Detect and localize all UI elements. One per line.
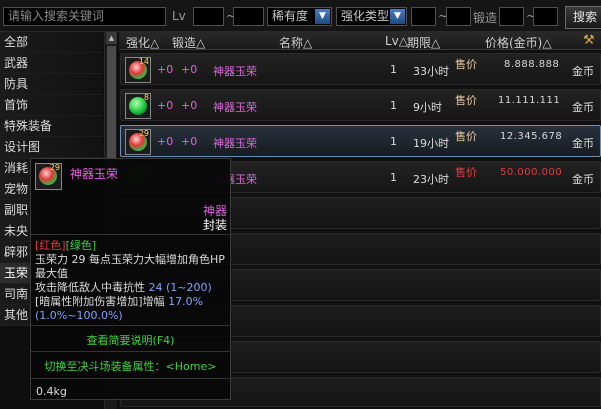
item-period: 19小时 [413, 137, 449, 150]
forge-min-input[interactable] [499, 7, 524, 26]
item-count: 1 [390, 135, 397, 148]
attr-line-2-label: 攻击降低敌人中毒抗性 [35, 281, 145, 294]
enhance-value: +0 [157, 63, 174, 76]
item-name: 神器玉荣 [213, 101, 257, 114]
enhance-type-select[interactable]: 强化类型 ▼ [336, 7, 407, 26]
sidebar-item-accessory[interactable]: 首饰 [0, 95, 103, 116]
forge-value: +0 [181, 135, 198, 148]
table-header: 强化△ 锻造△ 名称△ Lv△ 期限△ 价格(金币)△ ⚒ [119, 32, 601, 50]
item-level: 14 [138, 57, 149, 66]
col-enhance[interactable]: 强化△ [126, 34, 159, 51]
switch-duel-attributes-action[interactable]: 切换至决斗场装备属性：<Home> [31, 358, 230, 374]
item-slot[interactable]: 29 [125, 129, 151, 155]
price-label: 售价 [455, 166, 477, 179]
scroll-thumb[interactable] [107, 46, 116, 166]
view-summary-action[interactable]: 查看简要说明(F4) [31, 332, 230, 348]
sidebar-item-blueprint[interactable]: 设计图 [0, 137, 103, 158]
item-slot[interactable]: 8 [125, 93, 151, 119]
price-label: 售价 [455, 58, 477, 71]
col-price[interactable]: 价格(金币)△ [485, 34, 552, 51]
item-period: 23小时 [413, 173, 449, 186]
scroll-up-icon[interactable]: ▲ [106, 32, 117, 44]
sidebar-item-all[interactable]: 全部 [0, 32, 103, 53]
forge-max-input[interactable] [533, 7, 558, 26]
tooltip-item-name: 神器玉荣 [70, 167, 119, 181]
divider [31, 378, 230, 379]
col-forge[interactable]: 锻造△ [172, 34, 205, 51]
item-level: 8 [143, 93, 149, 102]
item-period: 9小时 [413, 101, 442, 114]
sidebar-item-weapon[interactable]: 武器 [0, 53, 103, 74]
item-level: 29 [138, 129, 149, 138]
color-tag-green: [绿色] [65, 239, 97, 252]
forge-value: +0 [181, 63, 198, 76]
col-period[interactable]: 期限△ [407, 34, 440, 51]
tooltip-item-level: 29 [49, 163, 60, 172]
table-row[interactable]: 14 +0 +0 神器玉荣 1 33小时 售价 8.888.888 金币 [120, 53, 601, 85]
col-level[interactable]: Lv△ [385, 34, 408, 48]
item-name: 神器玉荣 [213, 137, 257, 150]
price-label: 售价 [455, 94, 477, 107]
rarity-select[interactable]: 稀有度 ▼ [267, 7, 332, 26]
color-tag-red: [红色] [35, 239, 66, 252]
item-slot[interactable]: 14 [125, 57, 151, 83]
search-bar: 请输入搜索关键词 Lv ~ 稀有度 ▼ 强化类型 ▼ ~ 锻造 ~ 搜索 [0, 0, 601, 32]
divider [31, 351, 230, 352]
item-count: 1 [390, 99, 397, 112]
tooltip-bind-status: 封装 [202, 218, 227, 232]
table-row-selected[interactable]: 29 +0 +0 神器玉荣 1 19小时 售价 12.345.678 金币 [120, 125, 601, 157]
item-tooltip: 29 神器玉荣 神器 封装 [红色][绿色] 玉荣力 29 每点玉荣力大幅增加角… [30, 158, 231, 400]
forge-value: +0 [181, 99, 198, 112]
level-label: Lv [172, 9, 186, 23]
price-label: 售价 [455, 130, 477, 143]
sidebar-item-armor[interactable]: 防具 [0, 74, 103, 95]
currency-label: 金币 [572, 101, 594, 114]
enhance-select-label: 强化类型 [341, 9, 390, 23]
currency-label: 金币 [572, 173, 594, 186]
chevron-down-icon: ▼ [315, 9, 330, 24]
item-price: 50.000.000 [500, 167, 563, 178]
rarity-select-label: 稀有度 [272, 9, 309, 23]
level-max-input[interactable] [233, 7, 264, 26]
col-name[interactable]: 名称△ [279, 34, 312, 51]
item-price: 8.888.888 [504, 59, 560, 70]
divider [31, 234, 230, 235]
table-row[interactable]: 8 +0 +0 神器玉荣 1 9小时 售价 11.111.111 金币 [120, 89, 601, 121]
level-min-input[interactable] [193, 7, 224, 26]
hammer-icon: ⚒ [583, 33, 595, 48]
enhance-max-input[interactable] [446, 7, 471, 26]
item-count: 1 [390, 171, 397, 184]
enhance-value: +0 [157, 99, 174, 112]
enhance-min-input[interactable] [411, 7, 436, 26]
tooltip-attributes: [红色][绿色] 玉荣力 29 每点玉荣力大幅增加角色HP最大值 攻击降低敌人中… [35, 239, 229, 323]
item-weight: 0.4kg [36, 385, 67, 398]
item-price: 12.345.678 [500, 131, 563, 142]
item-name: 神器玉荣 [213, 65, 257, 78]
search-button[interactable]: 搜索 [565, 6, 601, 29]
item-period: 33小时 [413, 65, 449, 78]
currency-label: 金币 [572, 65, 594, 78]
item-count: 1 [390, 63, 397, 76]
search-input[interactable]: 请输入搜索关键词 [3, 7, 166, 26]
attr-line-3-label: [暗属性附加伤害增加]增幅 [35, 295, 165, 308]
sidebar-item-special[interactable]: 特殊装备 [0, 116, 103, 137]
tooltip-item-slot: 29 [35, 163, 62, 190]
enhance-value: +0 [157, 135, 174, 148]
chevron-down-icon: ▼ [390, 9, 405, 24]
currency-label: 金币 [572, 137, 594, 150]
forge-label: 锻造 [473, 11, 498, 25]
attr-line-2-value: 24 (1~200) [148, 281, 212, 294]
item-price: 11.111.111 [498, 95, 561, 106]
divider [31, 325, 230, 326]
attr-line-1: 玉荣力 29 每点玉荣力大幅增加角色HP最大值 [35, 253, 225, 280]
